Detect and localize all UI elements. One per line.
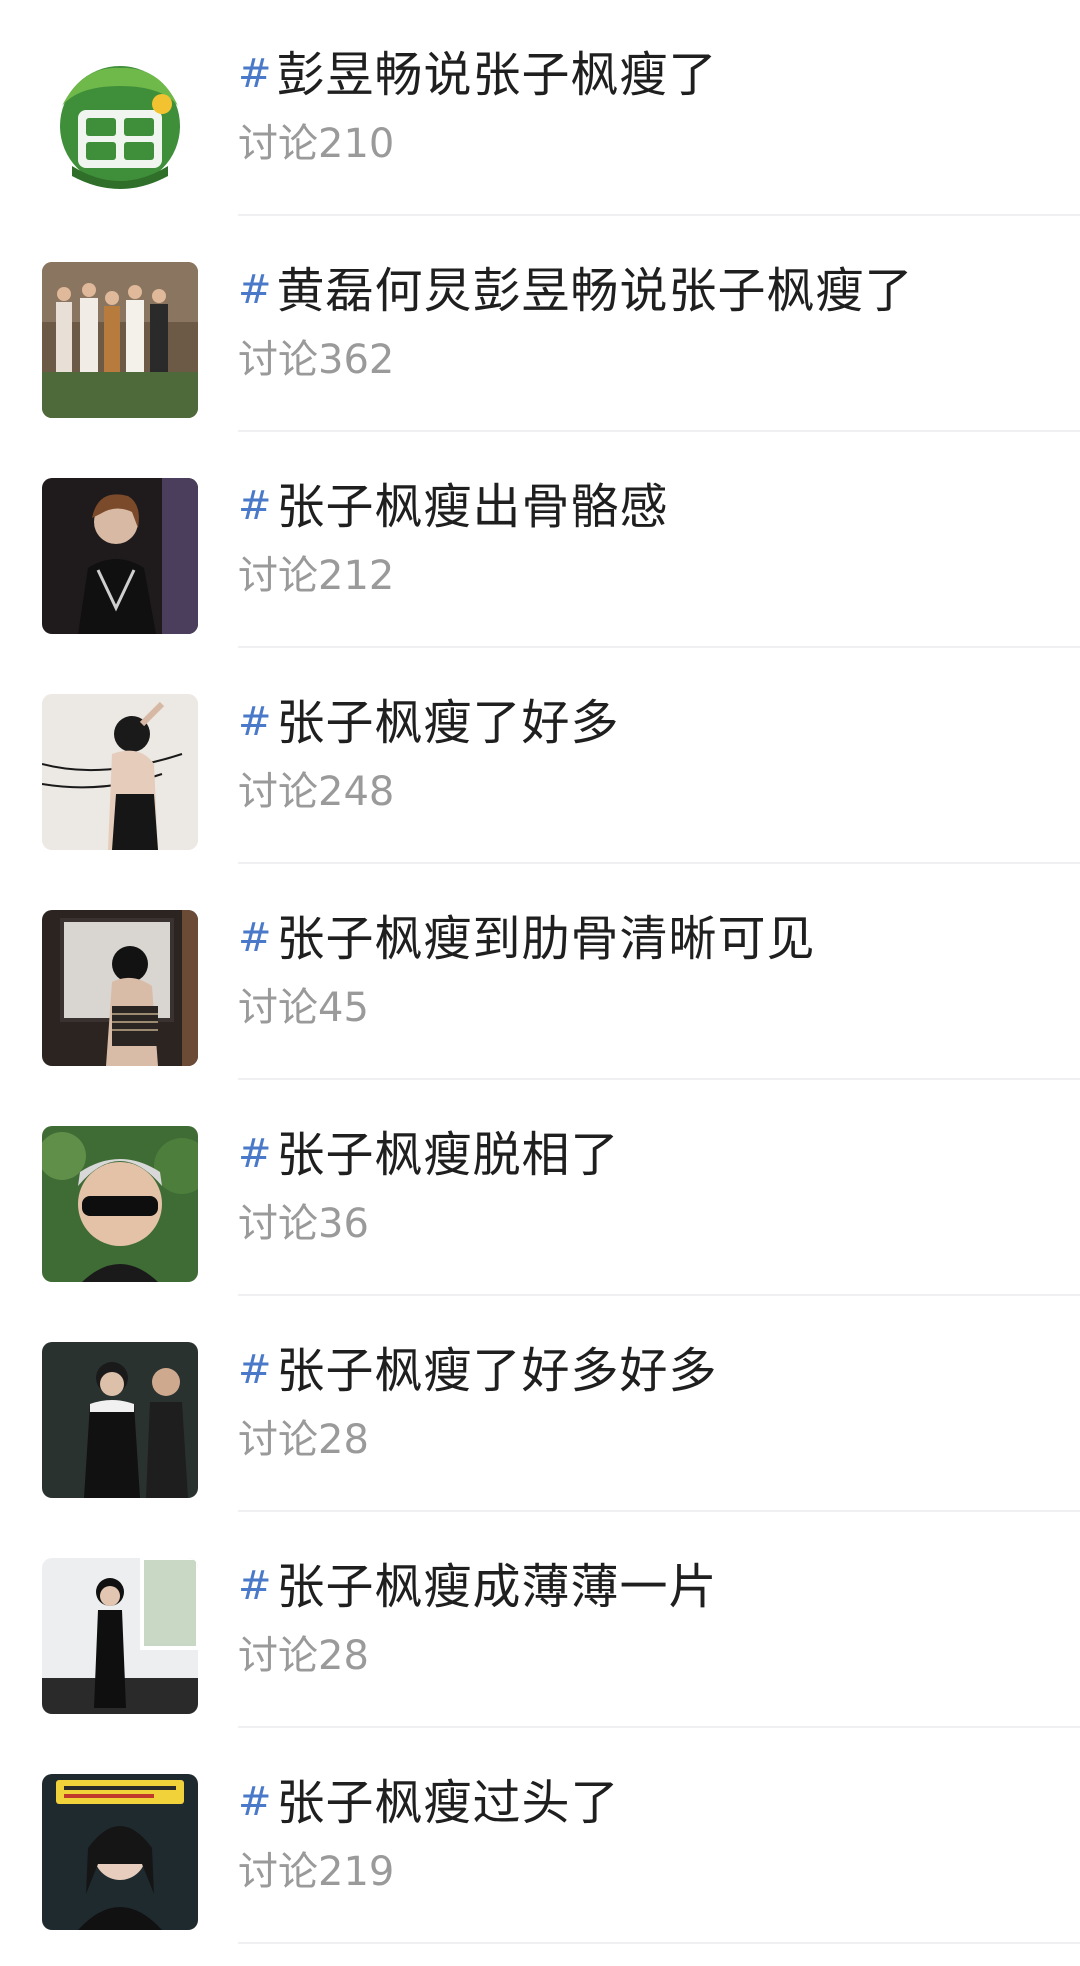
hashtag-icon: # xyxy=(238,1563,273,1609)
discussion-count: 讨论28 xyxy=(238,1417,369,1463)
hashtag-icon: # xyxy=(238,1347,273,1393)
topic-row[interactable]: #张子枫瘦到肋骨清晰可见 讨论45 xyxy=(0,864,1080,1080)
group-photo-icon xyxy=(42,262,198,418)
topic-row[interactable]: #黄磊何炅彭昱畅说张子枫瘦了 讨论362 xyxy=(0,216,1080,432)
portrait-photo-icon xyxy=(42,1342,198,1498)
topic-title[interactable]: #彭昱畅说张子枫瘦了 xyxy=(238,40,1060,109)
topic-title[interactable]: #张子枫瘦成薄薄一片 xyxy=(238,1552,1060,1621)
topic-row[interactable]: #张子枫瘦过头了 讨论219 xyxy=(0,1728,1080,1944)
hashtag-icon: # xyxy=(238,267,273,313)
discussion-count: 讨论28 xyxy=(238,1633,369,1679)
hashtag-icon: # xyxy=(238,51,273,97)
portrait-photo-icon xyxy=(42,1126,198,1282)
topic-row[interactable]: #张子枫瘦成薄薄一片 讨论28 xyxy=(0,1512,1080,1728)
hashtag-icon: # xyxy=(238,483,273,529)
topic-title[interactable]: #黄磊何炅彭昱畅说张子枫瘦了 xyxy=(238,256,1060,325)
topic-title[interactable]: #张子枫瘦了好多好多 xyxy=(238,1336,1060,1405)
discussion-count: 讨论45 xyxy=(238,985,369,1031)
divider xyxy=(238,1942,1080,1944)
topic-title[interactable]: #张子枫瘦到肋骨清晰可见 xyxy=(238,904,1060,973)
variety-show-logo-icon xyxy=(42,46,198,202)
topic-list: #彭昱畅说张子枫瘦了 讨论210 #黄磊何炅彭昱畅说张子枫瘦了 讨论362 #张… xyxy=(0,0,1080,1944)
topic-title[interactable]: #张子枫瘦脱相了 xyxy=(238,1120,1060,1189)
portrait-photo-icon xyxy=(42,1774,198,1930)
topic-row[interactable]: #彭昱畅说张子枫瘦了 讨论210 xyxy=(0,0,1080,216)
portrait-photo-icon xyxy=(42,478,198,634)
hashtag-icon: # xyxy=(238,1131,273,1177)
topic-title[interactable]: #张子枫瘦过头了 xyxy=(238,1768,1060,1837)
discussion-count: 讨论362 xyxy=(238,337,395,383)
portrait-photo-icon xyxy=(42,1558,198,1714)
hashtag-icon: # xyxy=(238,1779,273,1825)
hashtag-icon: # xyxy=(238,699,273,745)
portrait-photo-icon xyxy=(42,910,198,1066)
topic-row[interactable]: #张子枫瘦了好多 讨论248 xyxy=(0,648,1080,864)
discussion-count: 讨论36 xyxy=(238,1201,369,1247)
topic-row[interactable]: #张子枫瘦出骨骼感 讨论212 xyxy=(0,432,1080,648)
topic-row[interactable]: #张子枫瘦脱相了 讨论36 xyxy=(0,1080,1080,1296)
topic-title[interactable]: #张子枫瘦了好多 xyxy=(238,688,1060,757)
topic-row[interactable]: #张子枫瘦了好多好多 讨论28 xyxy=(0,1296,1080,1512)
topic-title[interactable]: #张子枫瘦出骨骼感 xyxy=(238,472,1060,541)
portrait-photo-icon xyxy=(42,694,198,850)
discussion-count: 讨论210 xyxy=(238,121,395,167)
discussion-count: 讨论248 xyxy=(238,769,395,815)
hashtag-icon: # xyxy=(238,915,273,961)
discussion-count: 讨论212 xyxy=(238,553,395,599)
discussion-count: 讨论219 xyxy=(238,1849,395,1895)
